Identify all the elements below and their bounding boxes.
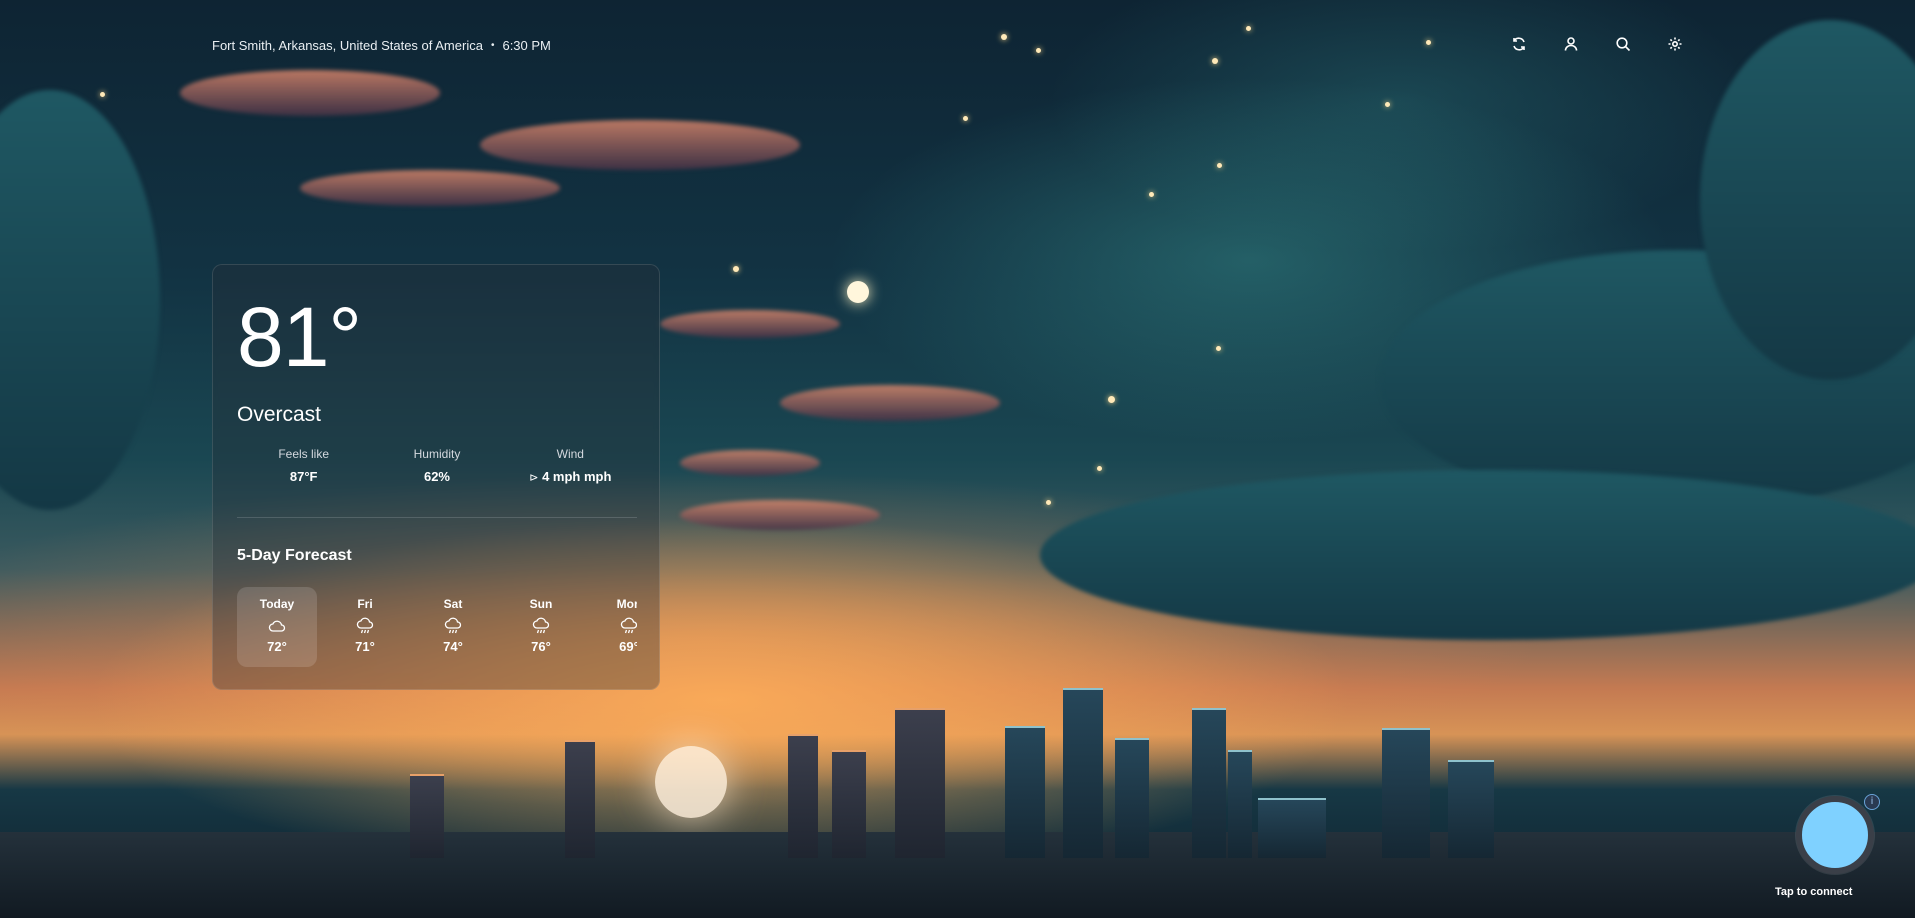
building: [410, 774, 444, 858]
star: [1046, 500, 1051, 505]
tap-to-connect-label: Tap to connect: [1775, 886, 1853, 898]
forecast-day-sun[interactable]: Sun 76°: [501, 587, 581, 667]
stat-feels-like: Feels like 87°F: [237, 447, 370, 484]
stat-label: Feels like: [278, 447, 329, 461]
stat-label: Humidity: [413, 447, 461, 461]
building: [1115, 738, 1149, 858]
forecast-day-name: Sat: [443, 597, 463, 611]
star: [1149, 192, 1154, 197]
star: [1216, 346, 1221, 351]
star: [1217, 163, 1222, 168]
gear-icon: [1668, 37, 1682, 51]
building: [895, 708, 945, 858]
star: [1426, 40, 1431, 45]
forecast-day-temp: 76°: [531, 639, 551, 654]
forecast-day-name: Today: [259, 597, 295, 611]
current-temperature: 81°: [237, 290, 362, 384]
info-icon[interactable]: i: [1864, 794, 1880, 810]
refresh-button[interactable]: [1510, 35, 1528, 53]
local-time: 6:30 PM: [502, 38, 551, 53]
star: [1001, 34, 1007, 40]
stat-value: 87°F: [289, 469, 318, 484]
forecast-strip[interactable]: Today 72° Fri 71° Sat 74° Sun 76° Mo 69°: [237, 587, 637, 669]
current-condition: Overcast: [237, 403, 322, 426]
search-icon: [1616, 37, 1631, 52]
separator-dot: •: [490, 40, 495, 51]
forecast-day-name: Fri: [357, 597, 373, 611]
star: [1036, 48, 1041, 53]
stat-wind: Wind ⊳ 4 mph mph: [504, 447, 637, 484]
account-button[interactable]: [1562, 35, 1580, 53]
cloud: [0, 90, 160, 510]
star: [1212, 58, 1218, 64]
city-ground: [0, 832, 1915, 918]
stat-label: Wind: [556, 447, 584, 461]
cloud: [680, 500, 880, 530]
top-actions: [1510, 35, 1684, 53]
weather-card: 81° Overcast Feels like 87°F Humidity 62…: [212, 264, 660, 690]
star: [1246, 26, 1251, 31]
location-bar: Fort Smith, Arkansas, United States of A…: [212, 38, 551, 53]
card-divider: [237, 517, 637, 518]
stat-humidity: Humidity 62%: [370, 447, 503, 484]
rain-cloud-icon: [589, 615, 637, 637]
star: [733, 266, 739, 272]
location-name: Fort Smith, Arkansas, United States of A…: [212, 38, 483, 53]
building: [565, 740, 595, 858]
forecast-day-name: Mon: [616, 597, 637, 611]
building: [788, 734, 818, 858]
cloud-icon: [237, 615, 317, 637]
assistant-orb-wrap: i: [1796, 794, 1880, 880]
stat-value: 4 mph mph: [542, 469, 612, 484]
cloud: [660, 310, 840, 338]
forecast-day-temp: 69°: [619, 639, 637, 654]
building: [1005, 726, 1045, 858]
cloud: [680, 450, 820, 476]
forecast-day-name: Sun: [529, 597, 553, 611]
forecast-day-today[interactable]: Today 72°: [237, 587, 317, 667]
wind-direction-icon: ⊳: [529, 472, 539, 484]
forecast-day-temp: 74°: [443, 639, 463, 654]
star: [100, 92, 105, 97]
forecast-day-fri[interactable]: Fri 71°: [325, 587, 405, 667]
star: [963, 116, 968, 121]
forecast-day-temp: 72°: [267, 639, 287, 654]
cloud: [480, 120, 800, 170]
star: [1108, 396, 1115, 403]
search-button[interactable]: [1614, 35, 1632, 53]
star: [1385, 102, 1390, 107]
user-icon: [1564, 37, 1578, 51]
building: [1448, 760, 1494, 858]
rain-cloud-icon: [325, 615, 405, 637]
stat-value: 62%: [423, 469, 450, 484]
building: [1063, 688, 1103, 858]
forecast-title: 5-Day Forecast: [237, 547, 352, 564]
rain-cloud-icon: [501, 615, 581, 637]
rain-cloud-icon: [413, 615, 493, 637]
building: [1382, 728, 1430, 858]
building: [1228, 750, 1252, 858]
weather-stats: Feels like 87°F Humidity 62% Wind ⊳ 4 mp…: [237, 447, 637, 484]
stat-value-wrap: ⊳ 4 mph mph: [504, 469, 637, 484]
forecast-day-sat[interactable]: Sat 74°: [413, 587, 493, 667]
building: [1258, 798, 1326, 858]
cloud: [180, 70, 440, 116]
settings-button[interactable]: [1666, 35, 1684, 53]
forecast-day-temp: 71°: [355, 639, 375, 654]
city-skyline: [0, 688, 1915, 918]
cloud: [1040, 470, 1915, 640]
building: [1192, 708, 1226, 858]
moon: [847, 281, 869, 303]
cloud: [780, 385, 1000, 421]
forecast-day-mon[interactable]: Mon 69°: [589, 587, 637, 667]
building: [832, 750, 866, 858]
refresh-icon: [1513, 37, 1525, 51]
star: [1097, 466, 1102, 471]
cloud: [300, 170, 560, 206]
assistant-orb-button[interactable]: [1796, 796, 1874, 874]
